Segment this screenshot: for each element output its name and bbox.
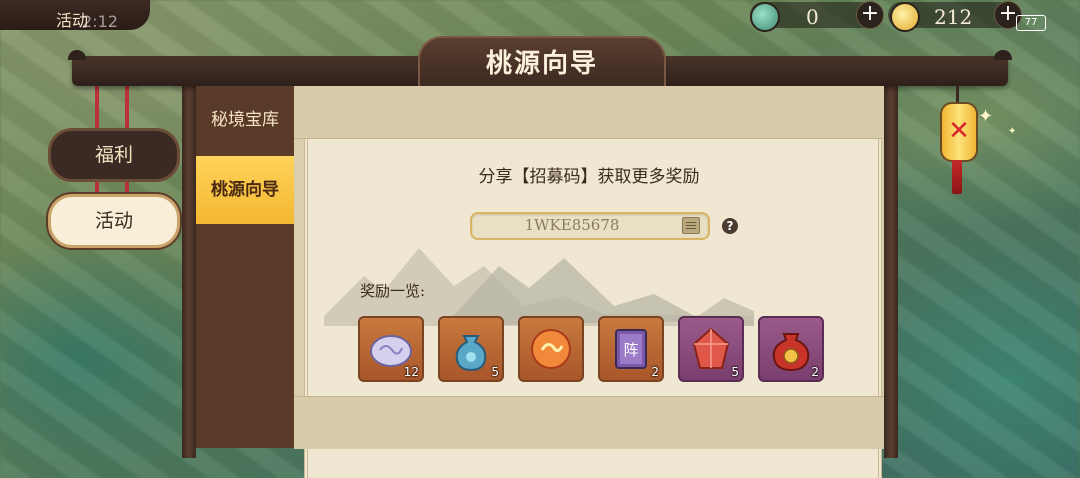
- close-button[interactable]: ✕: [940, 102, 978, 162]
- clock-text: 2:12: [82, 12, 118, 31]
- rewards-overview-label: 奖励一览:: [360, 282, 426, 300]
- side-tab-activity[interactable]: 活动: [48, 194, 180, 248]
- hanging-rope: [125, 84, 129, 130]
- side-tab-welfare[interactable]: 福利: [48, 128, 180, 182]
- content-panel: 分享【招募码】获取更多奖励 1WKE85678 ? 奖励一览: 12 5 阵 2…: [294, 86, 884, 478]
- reward-count: 12: [403, 365, 419, 379]
- hanging-rope: [95, 84, 99, 130]
- close-icon: ✕: [948, 116, 970, 146]
- reward-item[interactable]: 5: [438, 316, 504, 382]
- reward-count: 5: [731, 365, 739, 379]
- fire-orb-icon: [531, 329, 571, 369]
- left-pillar: [182, 84, 196, 458]
- book-glyph: 阵: [623, 341, 638, 359]
- sparkle-icon: ✦: [1008, 126, 1017, 137]
- share-instruction-text: 分享【招募码】获取更多奖励: [478, 167, 700, 187]
- tab-secret-treasury[interactable]: 秘境宝库: [196, 86, 294, 154]
- reward-item[interactable]: [518, 316, 584, 382]
- jade-coin-icon: [750, 2, 780, 32]
- battery-indicator: 77: [1016, 15, 1046, 31]
- window-title: 桃源向导: [485, 49, 598, 79]
- reward-item[interactable]: 12: [358, 316, 424, 382]
- reward-count: 2: [811, 365, 819, 379]
- jade-amount: 0: [806, 5, 819, 29]
- reward-item[interactable]: 5: [678, 316, 744, 382]
- lucky-bag-icon: [772, 333, 810, 372]
- help-icon[interactable]: ?: [722, 218, 738, 234]
- sparkle-icon: ✦: [978, 106, 994, 127]
- formation-book-icon: 阵: [615, 329, 647, 369]
- tab-taoyuan-guide[interactable]: 桃源向导: [196, 156, 294, 224]
- gold-amount: 212: [934, 5, 973, 29]
- copy-icon[interactable]: [682, 217, 700, 234]
- panel-footer-band: [294, 396, 884, 449]
- add-jade-button[interactable]: +: [856, 1, 884, 29]
- activity-header-tag: 活动 2:12: [0, 0, 150, 31]
- panel-header-band: [294, 86, 884, 139]
- window-title-plate: 桃源向导: [418, 36, 666, 92]
- reward-count: 5: [491, 365, 499, 379]
- reward-item[interactable]: 2: [758, 316, 824, 382]
- recruit-code-value: 1WKE85678: [524, 216, 620, 234]
- gold-ingot-icon: [890, 2, 920, 32]
- blue-pouch-icon: [455, 335, 487, 372]
- reward-count: 2: [651, 365, 659, 379]
- reward-item[interactable]: 阵 2: [598, 316, 664, 382]
- lantern-tassel: [952, 160, 962, 194]
- recruit-code-field[interactable]: 1WKE85678: [470, 212, 710, 240]
- right-pillar: [884, 84, 898, 458]
- red-crystal-icon: [692, 327, 730, 369]
